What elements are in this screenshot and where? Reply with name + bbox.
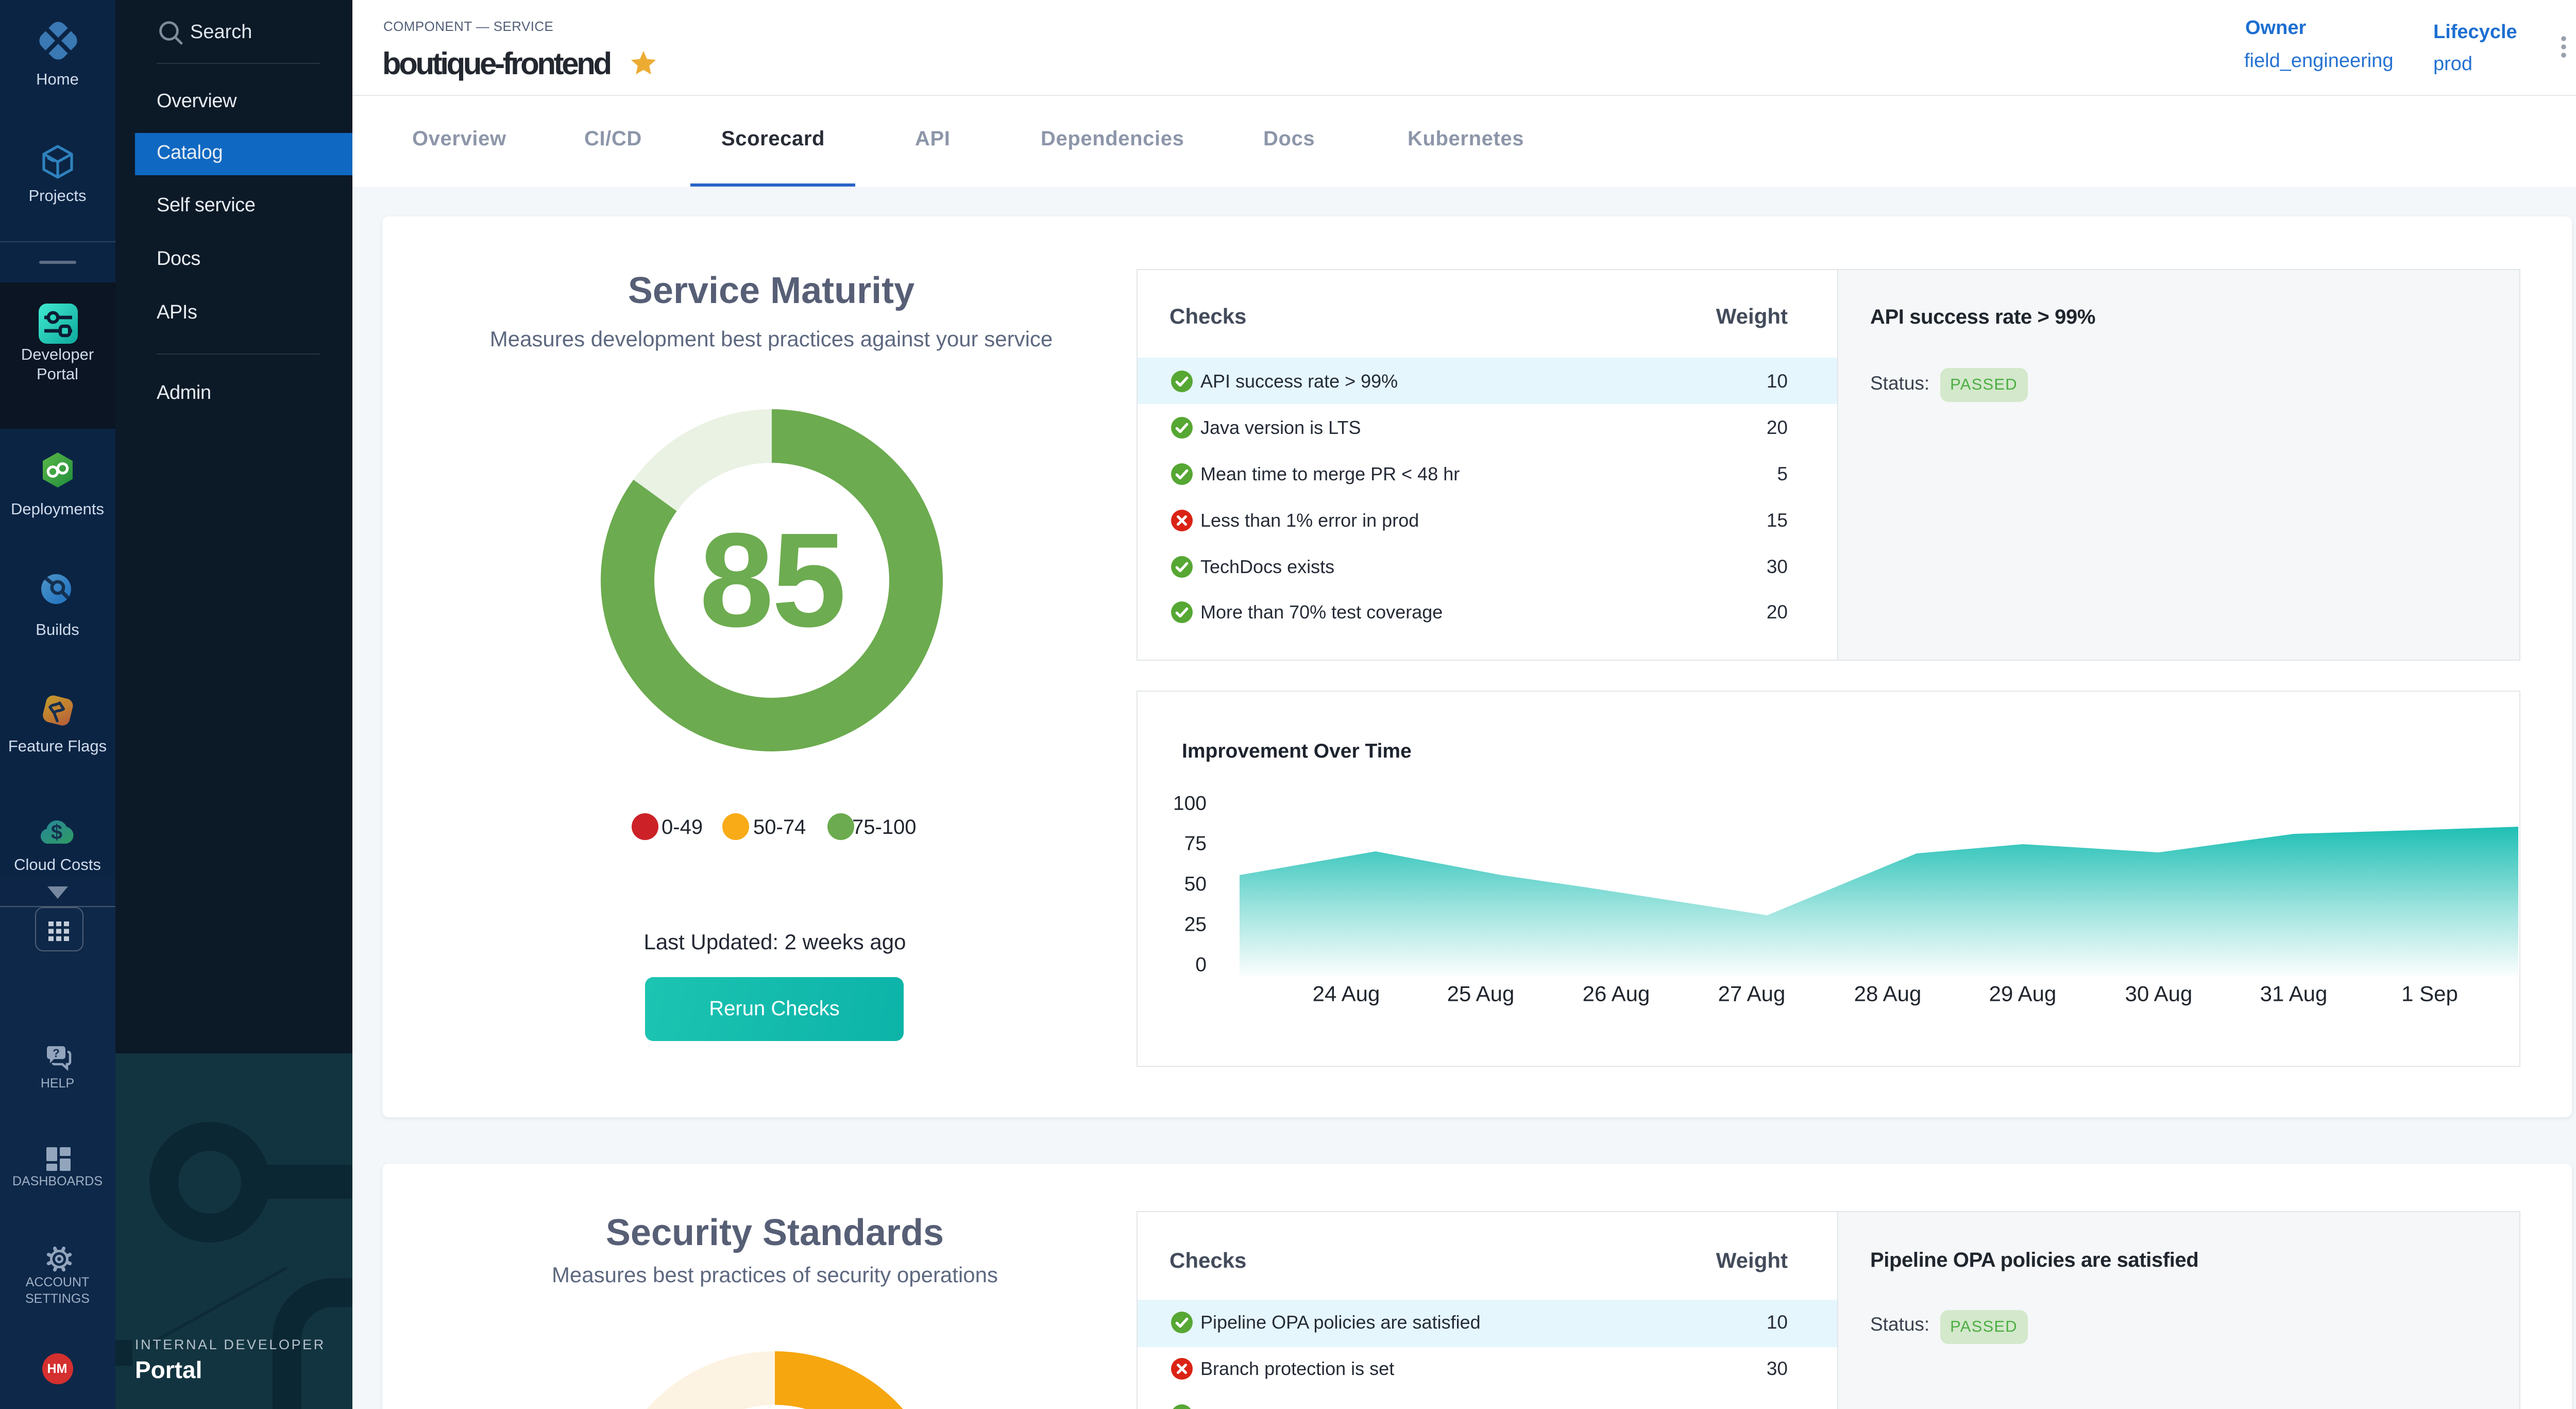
svg-text:0: 0	[1195, 954, 1207, 976]
svg-text:31 Aug: 31 Aug	[2260, 982, 2328, 1006]
svg-text:25: 25	[1184, 913, 1207, 935]
svg-text:75: 75	[1184, 833, 1207, 855]
svg-text:29 Aug: 29 Aug	[1989, 982, 2057, 1006]
svg-text:$: $	[51, 821, 62, 844]
svg-text:27 Aug: 27 Aug	[1718, 982, 1786, 1006]
svg-text:30 Aug: 30 Aug	[2125, 982, 2193, 1006]
svg-text:28 Aug: 28 Aug	[1854, 982, 1922, 1006]
svg-text:85: 85	[699, 505, 843, 655]
svg-text:1 Sep: 1 Sep	[2401, 982, 2458, 1006]
svg-text:50: 50	[1184, 873, 1207, 895]
svg-text:25 Aug: 25 Aug	[1447, 982, 1515, 1006]
svg-text:100: 100	[1173, 793, 1207, 815]
svg-text:24 Aug: 24 Aug	[1313, 982, 1380, 1006]
svg-text:?: ?	[53, 1047, 59, 1060]
svg-text:26 Aug: 26 Aug	[1583, 982, 1650, 1006]
